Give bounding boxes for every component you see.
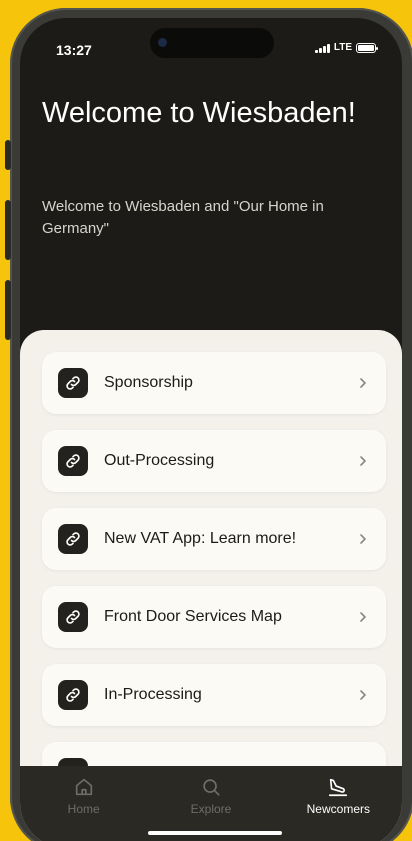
list-item-label: Front Door Services Map (104, 608, 282, 625)
list-item-front-door-map[interactable]: Front Door Services Map (42, 586, 386, 648)
list-item-label: Sponsorship (104, 374, 193, 391)
tab-label: Home (67, 802, 100, 816)
newcomer-list: Sponsorship Out-Processing New VAT App: … (42, 352, 386, 820)
tab-newcomers[interactable]: Newcomers (275, 766, 402, 841)
phone-side-button (5, 140, 11, 170)
chevron-right-icon (360, 534, 367, 544)
home-indicator[interactable] (148, 831, 282, 835)
network-type: LTE (333, 42, 352, 53)
chevron-right-icon (360, 612, 367, 622)
page-subtitle: Welcome to Wiesbaden and "Our Home in Ge… (42, 198, 324, 237)
phone-side-button (5, 200, 11, 260)
list-item-label: In-Processing (104, 686, 202, 703)
house-icon (75, 778, 92, 796)
chevron-right-icon (360, 690, 367, 700)
link-icon (58, 524, 88, 554)
tab-label: Newcomers (306, 802, 370, 816)
signal-icon (314, 43, 330, 53)
chevron-right-icon (360, 456, 367, 466)
battery-icon (356, 42, 378, 53)
tab-explore[interactable]: Explore (147, 766, 274, 841)
search-icon (203, 779, 220, 796)
status-time: 13:27 (56, 42, 92, 58)
list-item-out-processing[interactable]: Out-Processing (42, 430, 386, 492)
app-screen: 13:27 LTE Welcome to Wiesbaden! Welcome … (20, 18, 402, 841)
content-sheet: Sponsorship Out-Processing New VAT App: … (20, 330, 402, 841)
status-bar: 13:27 LTE (20, 18, 402, 68)
list-item-label: New VAT App: Learn more! (104, 530, 297, 547)
list-item-label: Out-Processing (104, 452, 215, 469)
tab-home[interactable]: Home (20, 766, 147, 841)
link-icon (58, 368, 88, 398)
list-item-sponsorship[interactable]: Sponsorship (42, 352, 386, 414)
chevron-right-icon (360, 378, 367, 388)
camera-icon (158, 38, 167, 47)
dynamic-island (150, 28, 274, 58)
list-item-in-processing[interactable]: In-Processing (42, 664, 386, 726)
plane-landing-icon (329, 778, 348, 797)
status-indicators: LTE (314, 42, 378, 53)
page-title: Welcome to Wiesbaden! (42, 97, 356, 129)
tab-label: Explore (190, 802, 232, 816)
link-icon (58, 680, 88, 710)
link-icon (58, 446, 88, 476)
link-icon (58, 602, 88, 632)
phone-side-button (5, 280, 11, 340)
tab-bar: Home Explore Newcomers (20, 766, 402, 841)
list-item-vat-app[interactable]: New VAT App: Learn more! (42, 508, 386, 570)
